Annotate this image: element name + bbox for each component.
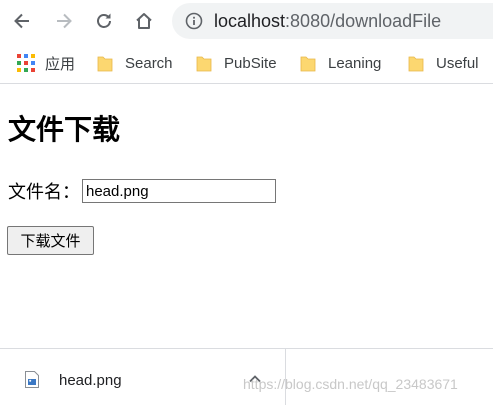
watermark-text: https://blog.csdn.net/qq_23483671 — [243, 376, 458, 392]
folder-icon — [300, 56, 316, 72]
bookmark-leaning[interactable]: Leaning — [300, 51, 381, 75]
filename-label: 文件名： — [8, 182, 80, 203]
info-icon[interactable] — [185, 12, 203, 30]
folder-icon — [97, 56, 113, 72]
filename-row: 文件名： — [8, 177, 276, 205]
back-button[interactable] — [8, 7, 36, 35]
bookmark-useful[interactable]: Useful — [408, 51, 479, 75]
url-text[interactable]: localhost:8080/downloadFile — [214, 10, 441, 32]
bookmarks-bar: 应用 Search PubSite Leaning Useful — [0, 43, 493, 84]
filename-input[interactable] — [82, 179, 276, 203]
bookmark-search[interactable]: Search — [97, 51, 173, 75]
image-file-icon — [25, 371, 39, 388]
bookmark-label: Useful — [436, 54, 479, 72]
bookmark-pubsite[interactable]: PubSite — [196, 51, 277, 75]
url-host: localhost — [214, 11, 286, 31]
home-icon — [136, 13, 152, 29]
forward-button[interactable] — [50, 7, 78, 35]
reload-button[interactable] — [90, 7, 118, 35]
bookmark-label: Leaning — [328, 54, 382, 72]
forward-icon — [57, 13, 72, 29]
address-bar[interactable]: localhost:8080/downloadFile — [172, 3, 493, 39]
url-path: :8080/downloadFile — [285, 11, 442, 31]
bookmark-label: Search — [125, 54, 173, 72]
back-icon — [14, 13, 29, 29]
folder-icon — [196, 56, 212, 72]
download-file-name: head.png — [59, 372, 122, 389]
bookmark-label: PubSite — [224, 54, 277, 72]
apps-icon — [17, 54, 35, 72]
bookmark-apps[interactable]: 应用 — [17, 51, 75, 75]
reload-icon — [97, 13, 111, 28]
home-button[interactable] — [130, 7, 158, 35]
browser-toolbar: localhost:8080/downloadFile — [0, 0, 493, 43]
bookmark-label: 应用 — [45, 55, 76, 73]
page-title: 文件下载 — [8, 113, 121, 146]
download-file-button[interactable]: 下载文件 — [7, 226, 94, 255]
folder-icon — [408, 56, 424, 72]
